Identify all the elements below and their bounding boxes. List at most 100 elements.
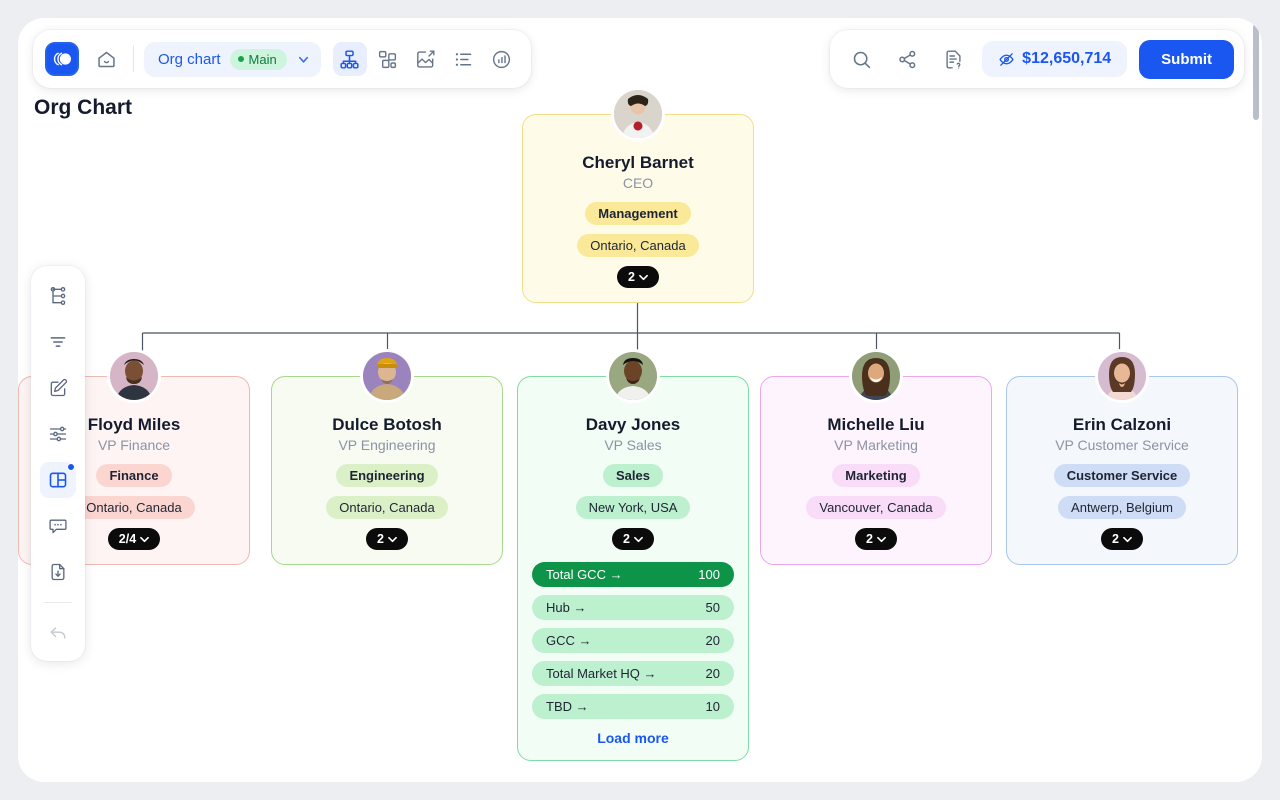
vertical-scrollbar-thumb[interactable] [1253,24,1259,120]
node-child-count: 2/4 [118,532,137,546]
org-node-vp-customer-service[interactable]: Erin Calzoni VP Customer Service Custome… [1006,349,1238,565]
node-location-tag: Antwerp, Belgium [1058,496,1186,519]
metric-row[interactable]: Hub → 50 [532,595,734,620]
view-analytics-button[interactable] [485,42,519,76]
budget-amount: $12,650,714 [1022,50,1112,67]
help-document-button[interactable] [936,42,970,76]
sidebar-item-filter[interactable] [40,324,76,360]
sidebar-item-download[interactable] [40,554,76,590]
app-logo-button[interactable] [45,42,79,76]
node-location-tag: Ontario, Canada [326,496,448,519]
metric-label: GCC → [546,633,592,648]
chevron-down-icon [1123,536,1132,542]
org-node-vp-sales[interactable]: Davy Jones VP Sales Sales New York, USA … [517,349,749,761]
search-button[interactable] [844,42,878,76]
view-list-button[interactable] [447,42,481,76]
node-expand-badge[interactable]: 2 [1101,528,1143,550]
node-role: VP Sales [604,437,662,453]
node-child-count: 2 [866,532,873,546]
chart-name: Org chart [158,50,221,68]
node-department-tag: Marketing [832,464,920,487]
submit-button[interactable]: Submit [1139,39,1234,79]
node-expand-badge[interactable]: 2 [855,528,897,550]
document-help-icon [946,49,961,69]
node-role: VP Marketing [834,437,918,453]
view-grouped-button[interactable] [371,42,405,76]
org-node-ceo[interactable]: Cheryl Barnet CEO Management Ontario, Ca… [522,87,754,303]
avatar [1095,349,1149,403]
node-location-tag: Ontario, Canada [73,496,195,519]
node-department-tag: Engineering [336,464,438,487]
metric-label: TBD → [546,699,589,714]
chart-selector[interactable]: Org chart Main [144,41,321,77]
node-expand-badge[interactable]: 2 [617,266,659,288]
search-icon [853,51,870,68]
node-location-tag: Ontario, Canada [577,234,699,257]
org-node-vp-engineering[interactable]: Dulce Botosh VP Engineering Engineering … [271,349,503,565]
chevron-down-icon [298,56,308,63]
node-metrics-list: Total GCC → 100 Hub → 50 GCC → 20 Total … [532,562,734,719]
node-role: VP Customer Service [1055,437,1189,453]
sidebar-item-edit[interactable] [40,370,76,406]
view-export-image-button[interactable] [409,42,443,76]
node-child-count: 2 [377,532,384,546]
home-button[interactable] [89,42,123,76]
sidebar-item-undo[interactable] [40,615,76,651]
sliders-icon [49,426,67,442]
node-name: Floyd Miles [87,415,181,434]
org-chart-canvas[interactable]: Cheryl Barnet CEO Management Ontario, Ca… [18,18,1262,782]
metric-value: 50 [705,600,720,615]
node-role: VP Finance [97,437,171,453]
sidebar-item-sliders[interactable] [40,416,76,452]
analytics-icon [493,50,511,68]
load-more-link[interactable]: Load more [597,730,669,746]
undo-arrow-icon [50,627,66,639]
comment-icon [49,519,67,534]
node-name: Davy Jones [585,415,681,434]
actions-toolbar: $12,650,714 Submit [830,30,1244,88]
node-expand-badge[interactable]: 2 [366,528,408,550]
metric-value: 10 [705,699,720,714]
view-org-chart-button[interactable] [332,42,367,76]
node-child-count: 2 [623,532,630,546]
sidebar-item-hierarchy[interactable] [40,278,76,314]
share-button[interactable] [890,42,924,76]
metric-row[interactable]: Total Market HQ → 20 [532,661,734,686]
avatar [107,349,161,403]
filter-lines-icon [50,337,66,347]
sidebar-item-panel-layout[interactable] [40,462,76,498]
node-expand-badge[interactable]: 2/4 [107,528,161,550]
file-download-icon [51,563,65,581]
app-window: Cheryl Barnet CEO Management Ontario, Ca… [18,18,1262,782]
image-export-icon [417,49,435,68]
metric-value: 20 [705,666,720,681]
node-name: Cheryl Barnet [582,153,694,172]
toolbar-divider [133,46,134,72]
chevron-down-icon [634,536,643,542]
metric-label: Hub → [546,600,587,615]
branch-name: Main [248,51,277,67]
hierarchy-icon [50,287,66,305]
node-child-count: 2 [628,270,635,284]
view-mode-group [332,42,519,76]
sidebar-item-comments[interactable] [40,508,76,544]
chevron-down-icon [140,536,150,542]
app-logo-icon [53,52,71,66]
chevron-down-icon [639,274,648,280]
home-icon [97,51,115,67]
metric-row[interactable]: TBD → 10 [532,694,734,719]
chevron-down-icon [388,536,397,542]
avatar [611,87,665,141]
left-tool-rail [31,266,85,661]
node-location-tag: Vancouver, Canada [806,496,946,519]
main-toolbar: Org chart Main [33,30,531,88]
budget-display[interactable]: $12,650,714 [982,41,1128,77]
node-department-tag: Sales [603,464,663,487]
org-node-vp-marketing[interactable]: Michelle Liu VP Marketing Marketing Vanc… [760,349,992,565]
metric-row[interactable]: GCC → 20 [532,628,734,653]
branch-status-dot [237,56,244,62]
node-department-tag: Management [585,202,691,225]
node-expand-badge[interactable]: 2 [612,528,654,550]
metric-row[interactable]: Total GCC → 100 [532,562,734,587]
metric-label: Total Market HQ → [546,666,657,681]
